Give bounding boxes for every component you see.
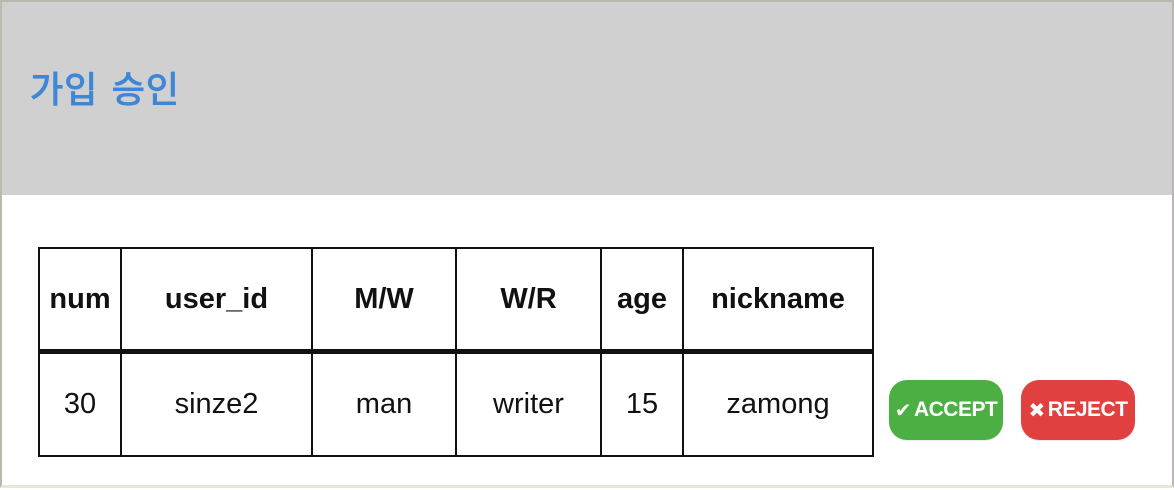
accept-label: ACCEPT bbox=[913, 398, 998, 421]
column-header-user-id: user_id bbox=[120, 247, 313, 354]
column-header-role: W/R bbox=[455, 247, 602, 354]
reject-label: REJECT bbox=[1047, 398, 1128, 421]
cell-nickname: zamong bbox=[682, 350, 874, 457]
accept-button[interactable]: ✔ ACCEPT bbox=[889, 380, 1003, 440]
cell-user-id: sinze2 bbox=[120, 350, 313, 457]
table-header-row: num user_id M/W W/R age nickname bbox=[38, 247, 874, 354]
cell-num: 30 bbox=[38, 350, 122, 457]
page-title: 가입 승인 bbox=[30, 70, 181, 111]
cell-role: writer bbox=[455, 350, 602, 457]
column-header-nickname: nickname bbox=[682, 247, 874, 354]
check-icon: ✔ bbox=[894, 398, 912, 422]
column-header-num: num bbox=[38, 247, 122, 354]
page-header: 가입 승인 bbox=[2, 2, 1172, 195]
page-frame: 가입 승인 num user_id M/W W/R age nickname 3… bbox=[0, 0, 1174, 488]
cell-gender: man bbox=[311, 350, 457, 457]
table-row: 30 sinze2 man writer 15 zamong bbox=[38, 350, 874, 457]
approval-table: num user_id M/W W/R age nickname 30 sinz… bbox=[38, 247, 874, 457]
cell-age: 15 bbox=[600, 350, 684, 457]
reject-button[interactable]: ✖ REJECT bbox=[1021, 380, 1135, 440]
column-header-age: age bbox=[600, 247, 684, 354]
column-header-gender: M/W bbox=[311, 247, 457, 354]
close-icon: ✖ bbox=[1028, 398, 1045, 422]
